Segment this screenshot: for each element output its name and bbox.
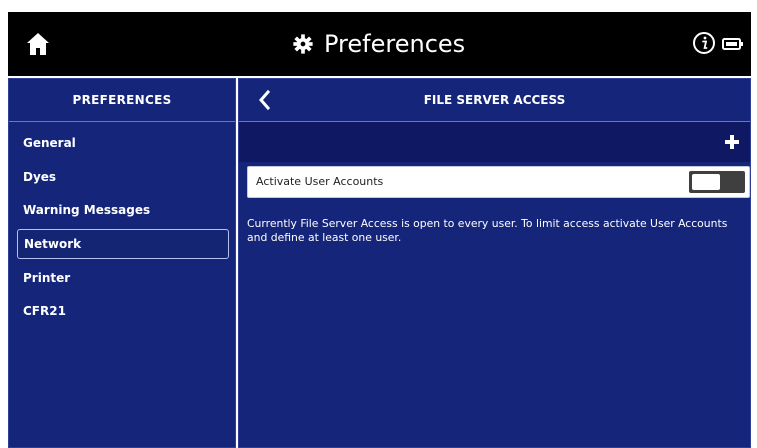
- panel-title: FILE SERVER ACCESS: [423, 93, 566, 107]
- app-frame: Preferences PREFERENCES General Dyes War…: [0, 0, 757, 448]
- info-icon[interactable]: [692, 31, 716, 55]
- sidebar-item-warning-messages[interactable]: Warning Messages: [17, 195, 229, 225]
- file-server-access-panel: FILE SERVER ACCESS Activate User Account…: [238, 78, 751, 448]
- sidebar-item-label: Printer: [23, 271, 71, 285]
- sidebar-item-cfr21[interactable]: CFR21: [17, 296, 229, 326]
- sidebar-item-label: CFR21: [23, 304, 66, 318]
- activate-user-accounts-toggle[interactable]: [689, 171, 745, 193]
- sidebar-item-printer[interactable]: Printer: [17, 263, 229, 293]
- gear-icon: [293, 34, 313, 54]
- toggle-knob: [692, 174, 720, 190]
- action-strip: [239, 122, 750, 162]
- page-title-wrap: Preferences: [292, 28, 465, 60]
- page-title: Preferences: [324, 30, 466, 58]
- activate-user-accounts-label: Activate User Accounts: [256, 175, 384, 188]
- preferences-sidebar: PREFERENCES General Dyes Warning Message…: [8, 78, 236, 448]
- access-description: Currently File Server Access is open to …: [247, 217, 728, 244]
- home-icon[interactable]: [24, 30, 52, 58]
- back-icon[interactable]: [255, 89, 275, 111]
- sidebar-item-label: Network: [24, 237, 82, 251]
- sidebar-item-label: General: [23, 136, 76, 150]
- sidebar-item-label: Warning Messages: [23, 203, 151, 217]
- sidebar-item-general[interactable]: General: [17, 128, 229, 158]
- sidebar-item-network[interactable]: Network: [17, 229, 229, 259]
- plus-icon[interactable]: [724, 134, 740, 150]
- sidebar-item-dyes[interactable]: Dyes: [17, 162, 229, 192]
- activate-user-accounts-row: Activate User Accounts: [247, 166, 750, 198]
- sidebar-item-label: Dyes: [23, 170, 57, 184]
- top-bar: Preferences: [8, 12, 751, 76]
- panel-header: FILE SERVER ACCESS: [239, 79, 750, 122]
- battery-icon: [722, 36, 744, 50]
- sidebar-header: PREFERENCES: [9, 79, 235, 122]
